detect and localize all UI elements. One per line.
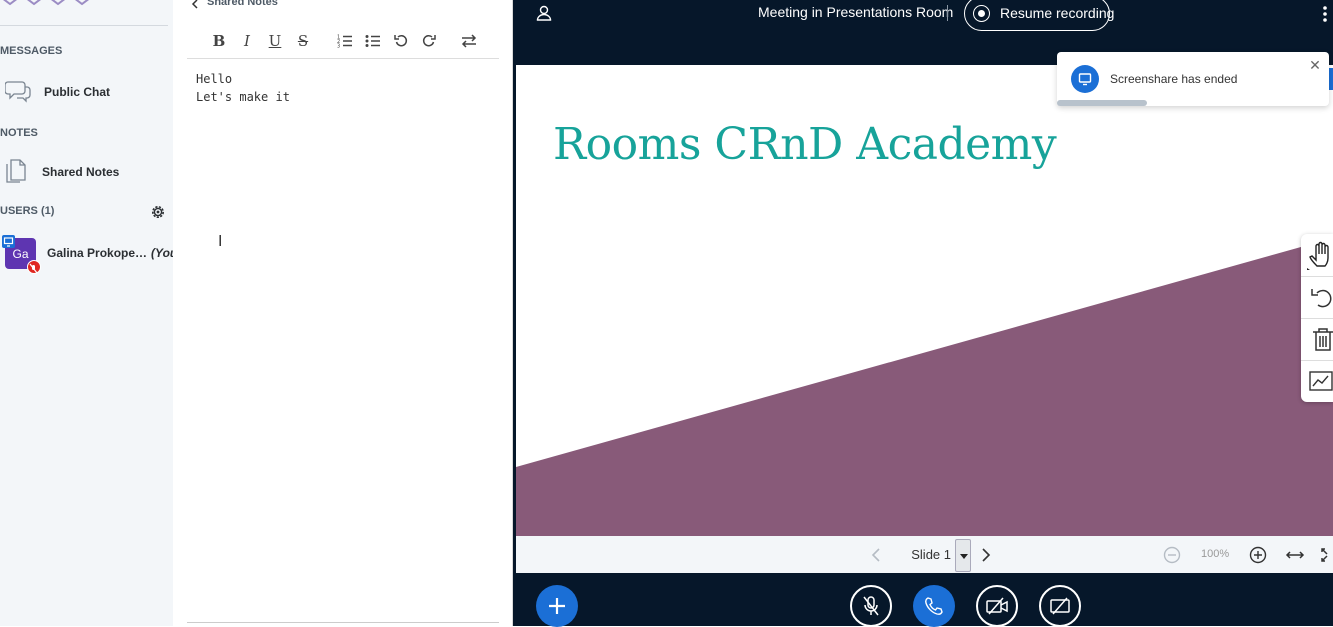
presentation-area: Meeting in Presentations Room Resume rec… (513, 0, 1333, 627)
meeting-title: Meeting in Presentations Room (758, 4, 954, 20)
hand-icon (1307, 241, 1329, 270)
avatar-initials: Ga (12, 246, 29, 261)
sidebar-item-public-chat[interactable]: Public Chat (0, 72, 168, 112)
chevron-left-icon (871, 548, 880, 562)
toast-progress-fill (1057, 100, 1147, 106)
messages-section-title: MESSAGES (0, 45, 63, 57)
undo-icon[interactable] (390, 30, 412, 52)
slide-select[interactable]: Slide 1 (901, 539, 971, 572)
zoom-in-icon (1249, 546, 1267, 564)
trash-icon (1313, 328, 1333, 351)
presentation-slide[interactable]: Rooms CRnD Academy (516, 65, 1333, 536)
shared-notes-label: Shared Notes (42, 165, 120, 179)
slide-title: Rooms CRnD Academy (553, 119, 1057, 170)
text-cursor-icon: I (218, 233, 223, 250)
user-icon[interactable] (535, 4, 553, 22)
ordered-list-icon[interactable]: 123 (334, 30, 356, 52)
bold-icon[interactable]: B (208, 30, 230, 52)
share-screen-button[interactable] (1039, 585, 1081, 627)
notification-toast: Screenshare has ended ✕ (1057, 52, 1329, 106)
strikethrough-icon[interactable]: S (292, 30, 314, 52)
unmute-button[interactable] (850, 585, 892, 627)
plus-icon (549, 598, 565, 614)
gear-icon[interactable] (150, 204, 166, 220)
swap-icon[interactable] (458, 30, 480, 52)
hand-tool-button[interactable] (1301, 234, 1333, 276)
slide-controls: Slide 1 100% (516, 536, 1333, 573)
user-list-panel: MESSAGES Public Chat NOTES Shared Notes … (0, 0, 181, 626)
next-slide-button[interactable] (978, 545, 994, 565)
notes-back-button[interactable]: Shared Notes (191, 0, 278, 9)
redo-icon[interactable] (418, 30, 440, 52)
italic-icon[interactable]: I (236, 30, 258, 52)
chevron-right-icon (982, 548, 991, 562)
whiteboard-toolbar (1301, 234, 1333, 402)
notes-toolbar: B I U S 123 (187, 30, 499, 54)
phone-icon (925, 597, 943, 615)
video-off-icon (986, 597, 1008, 615)
toast-progress-bar (1057, 100, 1329, 106)
user-name-text: Galina Prokope… (47, 246, 148, 260)
presenter-icon (2, 235, 15, 248)
sidebar-divider (0, 25, 168, 26)
resume-recording-button[interactable]: Resume recording (964, 0, 1114, 31)
sidebar-item-shared-notes[interactable]: Shared Notes (0, 152, 168, 192)
notes-line: Hello (196, 72, 233, 86)
toolbar-divider (187, 58, 499, 59)
notes-header-title: Shared Notes (207, 0, 278, 8)
multi-user-whiteboard-button[interactable] (1301, 360, 1333, 402)
close-icon[interactable]: ✕ (1308, 58, 1322, 72)
muted-microphone-icon (863, 596, 879, 616)
shared-notes-panel: Shared Notes B I U S 123 Hello Let's mak… (173, 0, 513, 626)
more-options-icon[interactable] (1321, 4, 1329, 24)
share-webcam-button[interactable] (976, 585, 1018, 627)
users-section-title: USERS (1) (0, 205, 55, 217)
notes-editor[interactable]: Hello Let's make it (187, 66, 499, 616)
muted-mic-icon (27, 260, 41, 274)
clear-annotations-button[interactable] (1301, 318, 1333, 360)
toast-message: Screenshare has ended (1110, 72, 1238, 86)
action-bar (513, 573, 1333, 627)
chevron-left-icon (191, 0, 198, 9)
undo-annotation-button[interactable] (1301, 276, 1333, 318)
screenshare-icon (1071, 65, 1099, 93)
zoom-out-button[interactable] (1162, 545, 1182, 565)
actions-button[interactable] (536, 585, 578, 627)
fit-width-button[interactable] (1284, 545, 1306, 565)
zoom-in-button[interactable] (1248, 545, 1268, 565)
previous-slide-button[interactable] (868, 545, 884, 565)
zoom-value: 100% (1201, 548, 1230, 560)
chat-icon (5, 81, 31, 103)
fullscreen-icon (1321, 548, 1328, 562)
notes-section-title: NOTES (0, 127, 38, 139)
fit-width-icon (1285, 551, 1305, 559)
notes-icon (6, 159, 26, 183)
slide-select-label: Slide 1 (911, 547, 951, 562)
public-chat-label: Public Chat (44, 85, 111, 99)
notes-bottom-line (187, 622, 499, 623)
title-separator (947, 5, 948, 21)
unordered-list-icon[interactable] (362, 30, 384, 52)
record-icon (973, 5, 990, 22)
leave-audio-button[interactable] (913, 585, 955, 627)
zoom-out-icon (1163, 546, 1181, 564)
record-label: Resume recording (1000, 5, 1115, 21)
top-bar: Meeting in Presentations Room Resume rec… (513, 0, 1333, 31)
underline-icon[interactable]: U (264, 30, 286, 52)
user-list-item[interactable]: Ga Galina Prokope… (You) (0, 234, 181, 274)
app-logo (3, 0, 89, 6)
notes-line: Let's make it (196, 90, 290, 104)
fullscreen-button[interactable] (1319, 545, 1333, 565)
chart-line-icon (1309, 371, 1333, 391)
chevron-down-icon (955, 539, 971, 572)
screenshare-off-icon (1050, 597, 1070, 615)
user-name: Galina Prokope… (You) (47, 246, 181, 260)
svg-text:3: 3 (337, 44, 340, 49)
undo-icon (1311, 289, 1332, 308)
